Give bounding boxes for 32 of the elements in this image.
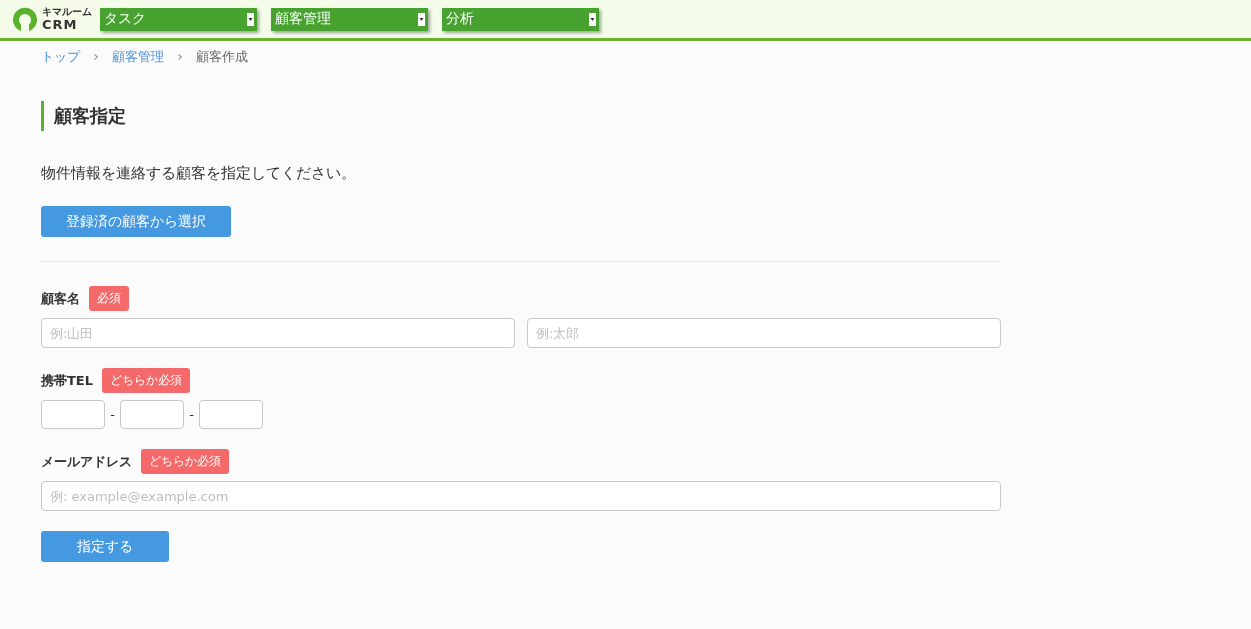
submit-button[interactable]: 指定する bbox=[41, 531, 169, 562]
email-input-field[interactable]: 例: example@example.com bbox=[41, 481, 1001, 511]
section-heading: 顧客指定 bbox=[41, 101, 1001, 131]
name-input-field[interactable]: 例:山田 bbox=[41, 318, 515, 348]
breadcrumb-link[interactable]: 顧客管理 bbox=[112, 48, 164, 66]
dash-separator: - bbox=[109, 407, 116, 422]
logo-kana-text: キマルーム bbox=[42, 7, 92, 17]
name-input-field[interactable]: 例:太郎 bbox=[527, 318, 1001, 348]
required-badge: 必須 bbox=[89, 286, 129, 311]
select-customer-button[interactable]: 登録済の顧客から選択 bbox=[41, 206, 231, 237]
chevron-icon bbox=[178, 54, 182, 60]
dash-separator: - bbox=[188, 407, 195, 422]
field-label: 顧客名 bbox=[41, 289, 80, 308]
caret-icon bbox=[589, 12, 596, 26]
chevron-icon bbox=[94, 54, 98, 60]
logo-text: CRM bbox=[42, 18, 79, 31]
menu-dropdown[interactable]: タスク bbox=[100, 7, 257, 31]
breadcrumb-link[interactable]: トップ bbox=[41, 48, 80, 66]
description-text: 物件情報を連絡する顧客を指定してください。 bbox=[41, 163, 357, 184]
required-badge: どちらか必須 bbox=[102, 368, 191, 393]
field-label: 携帯TEL bbox=[41, 371, 94, 390]
tel-input-field[interactable] bbox=[41, 400, 105, 429]
breadcrumb-current: 顧客作成 bbox=[196, 48, 248, 66]
logo-ring-icon bbox=[12, 6, 38, 32]
tel-input-field[interactable] bbox=[120, 400, 184, 429]
menu-dropdown[interactable]: 顧客管理 bbox=[271, 7, 428, 31]
field-label: メールアドレス bbox=[41, 452, 132, 471]
required-badge: どちらか必須 bbox=[141, 449, 229, 474]
caret-icon bbox=[247, 12, 254, 26]
caret-icon bbox=[418, 12, 425, 26]
menu-dropdown[interactable]: 分析 bbox=[442, 7, 599, 31]
tel-input-field[interactable] bbox=[199, 400, 263, 429]
